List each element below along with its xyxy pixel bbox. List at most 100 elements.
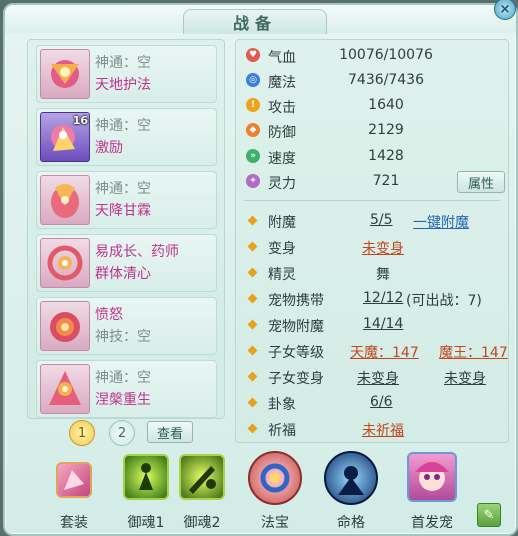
stat-row-speed: » 速度 1428 — [236, 146, 508, 168]
stat-row-defense: ◆ 防御 2129 — [236, 120, 508, 142]
blessing-value[interactable]: 未祈福 — [362, 420, 404, 440]
treasure-button[interactable]: 法宝 — [240, 446, 310, 532]
rebirth-icon — [40, 364, 90, 414]
soul2-icon — [179, 454, 225, 500]
skill-2-line1: 神通：空 — [95, 118, 151, 134]
skill-5-line1: 愤怒 — [95, 307, 123, 323]
first-pet-label: 首发宠 — [411, 515, 453, 531]
info-row-child-transform: 子女变身 未变身 未变身 — [236, 366, 508, 388]
battle-prep-window: 战备 神通：空 天地护法 16 神通：空 激励 神通：空 天降甘霖 易成长、药师… — [3, 3, 518, 536]
divider — [244, 200, 500, 201]
stat-value: 10076/10076 — [339, 47, 433, 63]
info-label: 变身 — [268, 241, 296, 257]
rain-icon — [40, 175, 90, 225]
spirit-icon: ✦ — [246, 174, 260, 188]
stats-panel: ♥ 气血 10076/10076 ◎ 魔法 7436/7436 ! 攻击 164… — [235, 39, 509, 443]
info-label: 子女等级 — [268, 345, 324, 361]
skill-4-line1: 易成长、药师 — [95, 244, 179, 260]
info-row-pet-carry: 宠物携带 12/12 (可出战：7) — [236, 288, 508, 310]
cleanse-icon — [40, 238, 90, 288]
diamond-bullet-icon — [247, 215, 258, 226]
diamond-bullet-icon — [247, 397, 258, 408]
info-row-child-level: 子女等级 天魔：147 魔王：147 — [236, 340, 508, 362]
stat-row-hp: ♥ 气血 10076/10076 — [236, 45, 508, 67]
skill-slot-3[interactable]: 神通：空 天降甘霖 — [36, 171, 217, 229]
skill-3-line2: 天降甘霖 — [95, 203, 151, 219]
attributes-button[interactable]: 属性 — [457, 171, 505, 193]
pet-enchant-value[interactable]: 14/14 — [363, 316, 403, 332]
child-2-level[interactable]: 魔王：147 — [439, 342, 508, 362]
stat-row-attack: ! 攻击 1640 — [236, 95, 508, 117]
skill-level-badge: 16 — [72, 114, 88, 127]
pet-carry-value[interactable]: 12/12 — [363, 290, 403, 306]
pet-carry-note: (可出战：7) — [406, 293, 482, 309]
stat-value: 1640 — [368, 97, 404, 113]
stat-label: 魔法 — [268, 75, 296, 91]
skill-1-line1: 神通：空 — [95, 55, 151, 71]
spirit-value: 舞 — [376, 267, 390, 283]
page-1-button[interactable]: 1 — [69, 420, 95, 446]
info-label: 宠物携带 — [268, 293, 324, 309]
stat-row-mp: ◎ 魔法 7436/7436 — [236, 70, 508, 92]
child-2-transform[interactable]: 未变身 — [444, 368, 486, 388]
speed-icon: » — [246, 149, 260, 163]
destiny-icon — [324, 451, 378, 505]
rage-icon — [40, 301, 90, 351]
hexagram-value[interactable]: 6/6 — [370, 394, 393, 410]
shield-icon: ◆ — [246, 123, 260, 137]
diamond-bullet-icon — [247, 319, 258, 330]
skill-5-line2: 神技：空 — [95, 329, 151, 345]
skill-6-line1: 神通：空 — [95, 370, 151, 386]
info-label: 祈福 — [268, 423, 296, 439]
info-row-guaxiang: 卦象 6/6 — [236, 392, 508, 414]
info-label: 精灵 — [268, 267, 296, 283]
title-bar: 战备 — [5, 5, 516, 34]
skill-6-line2: 涅槃重生 — [95, 392, 151, 408]
one-click-enchant-link[interactable]: 一键附魔 — [413, 212, 469, 232]
skill-4-line2: 群体清心 — [95, 266, 151, 282]
enchant-value[interactable]: 5/5 — [370, 212, 393, 228]
stat-label: 防御 — [268, 125, 296, 141]
window-title: 战备 — [232, 14, 277, 33]
info-label: 卦象 — [268, 397, 296, 413]
skill-slot-4[interactable]: 易成长、药师 群体清心 — [36, 234, 217, 292]
outfit-button[interactable]: 套装 — [39, 446, 109, 532]
encourage-icon: 16 — [40, 112, 90, 162]
outfit-label: 套装 — [60, 515, 88, 531]
stat-value: 721 — [372, 173, 400, 189]
stat-value: 1428 — [368, 148, 404, 164]
attack-icon: ! — [246, 98, 260, 112]
guardian-icon — [40, 49, 90, 99]
bottom-bar: 套装 御魂1 御魂2 法宝 命格 首发宠 — [5, 446, 516, 534]
stat-label: 灵力 — [268, 176, 296, 192]
transform-value[interactable]: 未变身 — [362, 238, 404, 258]
first-pet-button[interactable]: 首发宠 — [397, 446, 467, 532]
child-1-transform[interactable]: 未变身 — [357, 368, 399, 388]
edit-icon[interactable]: ✎ — [477, 503, 501, 527]
info-label: 子女变身 — [268, 371, 324, 387]
skill-slot-2[interactable]: 16 神通：空 激励 — [36, 108, 217, 166]
destiny-label: 命格 — [337, 515, 365, 531]
treasure-icon — [248, 451, 302, 505]
skill-3-line1: 神通：空 — [95, 181, 151, 197]
treasure-label: 法宝 — [261, 515, 289, 531]
diamond-bullet-icon — [247, 267, 258, 278]
soul2-button[interactable]: 御魂2 — [167, 446, 237, 532]
stat-label: 攻击 — [268, 100, 296, 116]
destiny-button[interactable]: 命格 — [316, 446, 386, 532]
mana-icon: ◎ — [246, 73, 260, 87]
view-button[interactable]: 查看 — [147, 421, 193, 443]
skill-slot-1[interactable]: 神通：空 天地护法 — [36, 45, 217, 103]
diamond-bullet-icon — [247, 423, 258, 434]
heart-icon: ♥ — [246, 48, 260, 62]
diamond-bullet-icon — [247, 293, 258, 304]
page-2-button[interactable]: 2 — [109, 420, 135, 446]
skill-slot-6[interactable]: 神通：空 涅槃重生 — [36, 360, 217, 418]
skill-1-line2: 天地护法 — [95, 77, 151, 93]
info-row-jingling: 精灵 舞 — [236, 262, 508, 284]
stat-value: 7436/7436 — [348, 72, 424, 88]
info-label: 附魔 — [268, 215, 296, 231]
child-1-level[interactable]: 天魔：147 — [350, 342, 419, 362]
skill-slot-5[interactable]: 愤怒 神技：空 — [36, 297, 217, 355]
info-row-fumo: 附魔 5/5 一键附魔 — [236, 210, 508, 232]
